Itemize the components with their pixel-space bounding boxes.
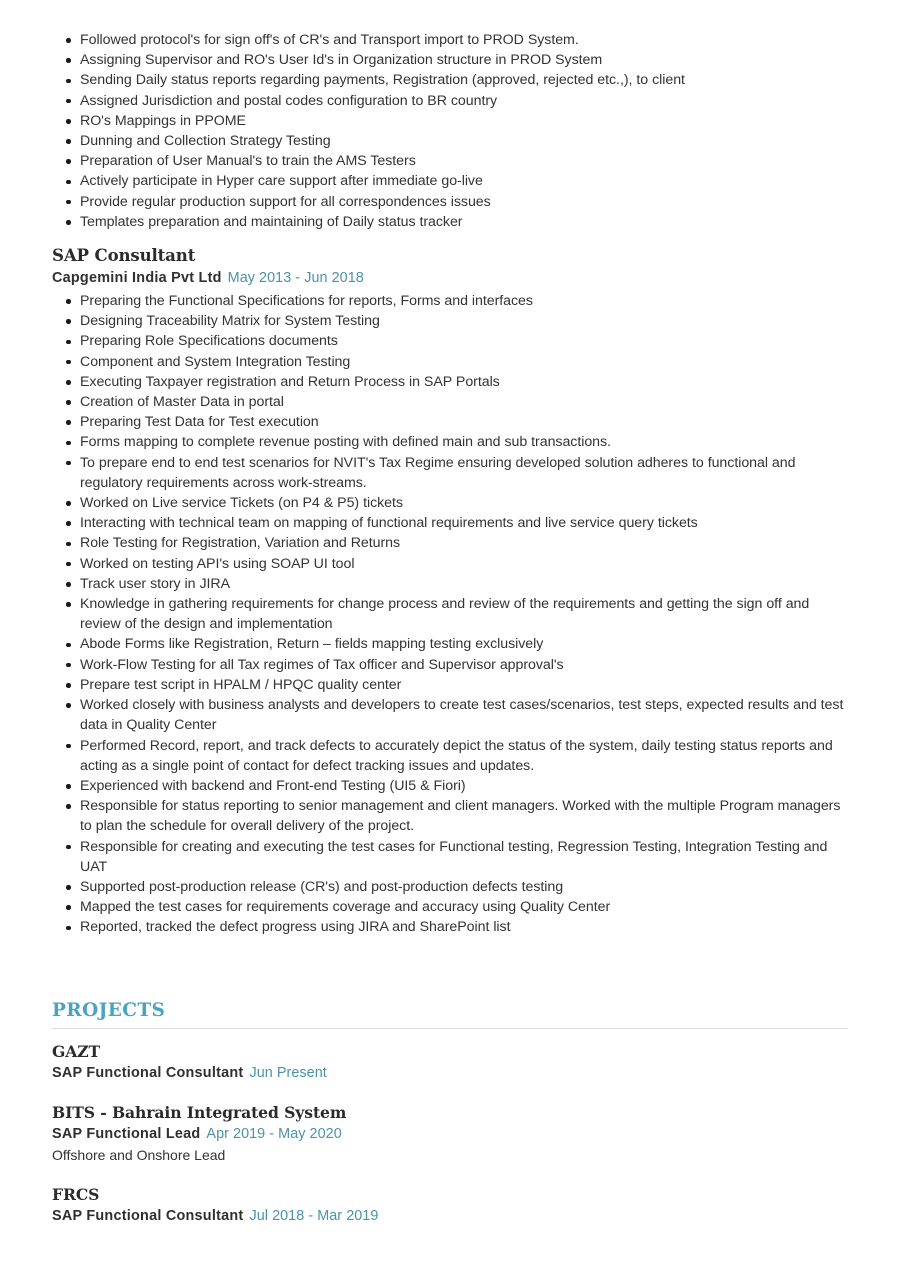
bullet-item: Performed Record, report, and track defe… <box>52 736 848 776</box>
bullet-item: Abode Forms like Registration, Return – … <box>52 634 848 654</box>
bullet-item: Role Testing for Registration, Variation… <box>52 533 848 553</box>
bullet-item: Responsible for status reporting to seni… <box>52 796 848 836</box>
experience-entry: SAP Consultant Capgemini India Pvt Ltd Ma… <box>52 244 848 938</box>
bullet-item: Reported, tracked the defect progress us… <box>52 917 848 937</box>
project-role: SAP Functional Consultant <box>52 1064 244 1081</box>
bullet-item: Interacting with technical team on mappi… <box>52 513 848 533</box>
experience-organization: Capgemini India Pvt Ltd <box>52 270 222 287</box>
bullet-item: Actively participate in Hyper care suppo… <box>52 171 848 191</box>
bullet-item: Knowledge in gathering requirements for … <box>52 594 848 634</box>
bullet-item: Assigned Jurisdiction and postal codes c… <box>52 91 848 111</box>
resume-page: Followed protocol's for sign off's of CR… <box>0 0 900 1274</box>
project-dates: Apr 2019 - May 2020 <box>206 1126 342 1143</box>
bullet-item: Designing Traceability Matrix for System… <box>52 311 848 331</box>
bullet-item: Preparing Test Data for Test execution <box>52 412 848 432</box>
bullet-item: Prepare test script in HPALM / HPQC qual… <box>52 675 848 695</box>
projects-section: PROJECTS GAZT SAP Functional Consultant Ju… <box>52 1000 848 1227</box>
project-item: FRCS SAP Functional Consultant Jul 2018 - … <box>52 1184 848 1227</box>
bullet-item: Sending Daily status reports regarding p… <box>52 70 848 90</box>
project-note: Offshore and Onshore Lead <box>52 1146 226 1163</box>
projects-list: GAZT SAP Functional Consultant Jun Present… <box>52 1041 848 1227</box>
bullet-item: Preparation of User Manual's to train th… <box>52 151 848 171</box>
top-bullet-list: Followed protocol's for sign off's of CR… <box>52 30 848 232</box>
bullet-item: Creation of Master Data in portal <box>52 392 848 412</box>
bullet-item: Preparing Role Specifications documents <box>52 331 848 351</box>
bullet-item: To prepare end to end test scenarios for… <box>52 453 848 493</box>
bullet-item: Supported post-production release (CR's)… <box>52 877 848 897</box>
bullet-item: Assigning Supervisor and RO's User Id's … <box>52 50 848 70</box>
bullet-item: Component and System Integration Testing <box>52 352 848 372</box>
projects-section-heading: PROJECTS <box>52 999 166 1021</box>
bullet-item: Templates preparation and maintaining of… <box>52 212 848 232</box>
section-divider <box>52 1027 848 1029</box>
bullet-item: RO's Mappings in PPOME <box>52 111 848 131</box>
bullet-item: Executing Taxpayer registration and Retu… <box>52 372 848 392</box>
project-name: BITS - Bahrain Integrated System <box>52 1103 347 1123</box>
bullet-item: Responsible for creating and executing t… <box>52 837 848 877</box>
bullet-item: Work-Flow Testing for all Tax regimes of… <box>52 655 848 675</box>
bullet-item: Worked closely with business analysts an… <box>52 695 848 735</box>
project-item: BITS - Bahrain Integrated System SAP Func… <box>52 1102 848 1165</box>
project-name: FRCS <box>52 1185 100 1205</box>
project-name: GAZT <box>52 1041 101 1061</box>
bullet-item: Experienced with backend and Front-end T… <box>52 776 848 796</box>
project-subline: SAP Functional Consultant Jun Present <box>52 1064 848 1084</box>
project-role: SAP Functional Consultant <box>52 1208 244 1225</box>
resume-content: Followed protocol's for sign off's of CR… <box>0 0 900 1227</box>
experience-job-title: SAP Consultant <box>52 245 196 266</box>
project-role: SAP Functional Lead <box>52 1126 201 1143</box>
bullet-item: Mapped the test cases for requirements c… <box>52 897 848 917</box>
bullet-item: Track user story in JIRA <box>52 574 848 594</box>
bullet-item: Followed protocol's for sign off's of CR… <box>52 30 848 50</box>
bullet-item: Preparing the Functional Specifications … <box>52 291 848 311</box>
project-dates: Jun Present <box>249 1064 327 1081</box>
project-subline: SAP Functional Lead Apr 2019 - May 2020 <box>52 1125 848 1145</box>
project-item: GAZT SAP Functional Consultant Jun Present <box>52 1041 848 1084</box>
bullet-item: Worked on testing API's using SOAP UI to… <box>52 554 848 574</box>
bullet-item: Provide regular production support for a… <box>52 192 848 212</box>
bullet-item: Forms mapping to complete revenue postin… <box>52 432 848 452</box>
experience-dates: May 2013 - Jun 2018 <box>227 270 364 287</box>
project-dates: Jul 2018 - Mar 2019 <box>249 1208 379 1225</box>
project-subline: SAP Functional Consultant Jul 2018 - Mar … <box>52 1207 848 1227</box>
experience-subline: Capgemini India Pvt Ltd May 2013 - Jun 20… <box>52 269 848 288</box>
bullet-item: Worked on Live service Tickets (on P4 & … <box>52 493 848 513</box>
experience-bullet-list: Preparing the Functional Specifications … <box>52 291 848 938</box>
bullet-item: Dunning and Collection Strategy Testing <box>52 131 848 151</box>
